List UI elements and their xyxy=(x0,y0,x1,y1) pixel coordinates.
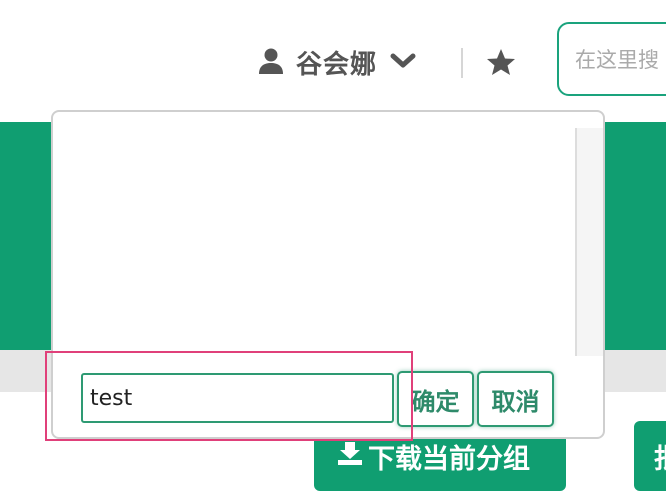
cancel-button[interactable]: 取消 xyxy=(477,371,554,427)
search-input[interactable]: 在这里搜 xyxy=(557,22,666,96)
user-menu[interactable]: 谷会娜 xyxy=(258,44,417,81)
top-navbar: 谷会娜 在这里搜 xyxy=(0,0,666,122)
username: 谷会娜 xyxy=(296,50,378,80)
star-icon[interactable] xyxy=(486,48,516,80)
confirm-button[interactable]: 确定 xyxy=(397,371,474,427)
confirm-label: 确定 xyxy=(411,387,460,416)
group-name-value: test xyxy=(90,385,133,411)
group-list[interactable] xyxy=(55,128,575,356)
batch-label: 批 xyxy=(654,437,666,476)
search-placeholder: 在这里搜 xyxy=(575,48,659,72)
scrollbar[interactable] xyxy=(575,128,603,356)
divider xyxy=(461,48,463,78)
download-icon xyxy=(336,440,364,473)
batch-button[interactable]: 批 xyxy=(634,421,666,491)
download-label: 下载当前分组 xyxy=(368,443,530,475)
cancel-label: 取消 xyxy=(491,387,540,416)
group-name-input[interactable]: test xyxy=(81,373,394,423)
chevron-down-icon[interactable] xyxy=(389,51,417,75)
user-icon xyxy=(258,47,284,79)
